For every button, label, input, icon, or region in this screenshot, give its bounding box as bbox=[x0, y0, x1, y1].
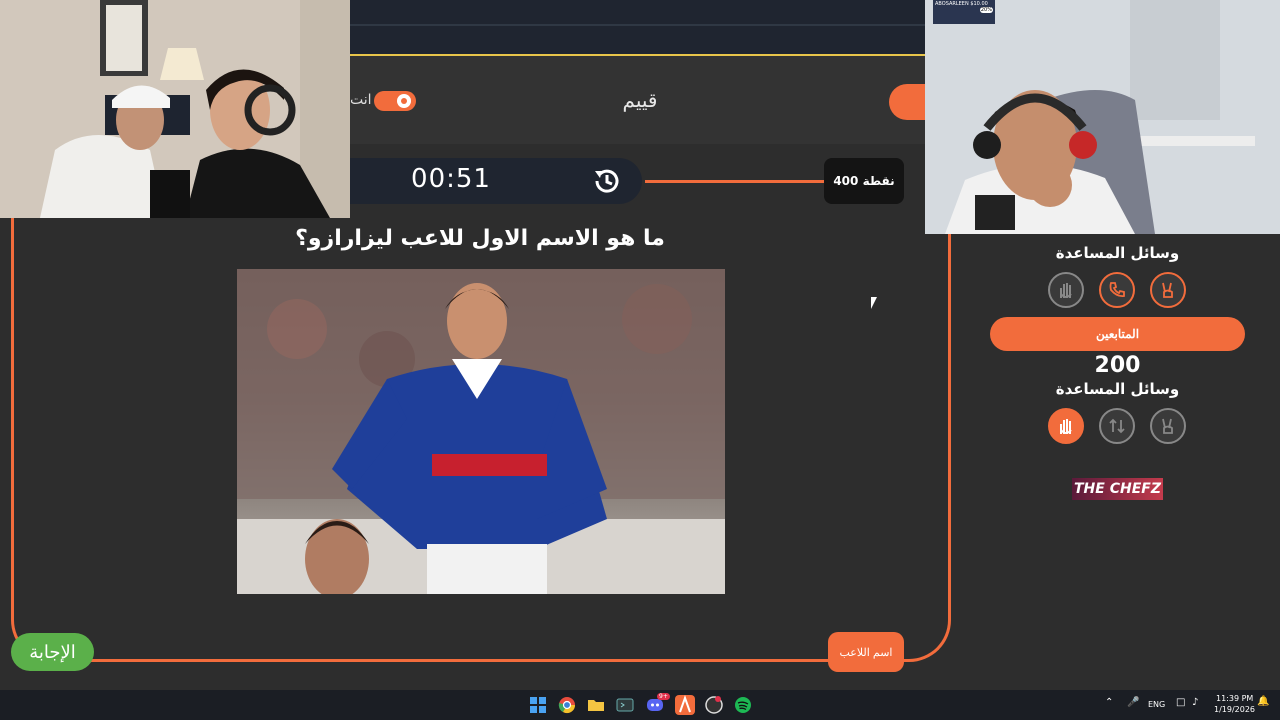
toggle-label: انت bbox=[350, 92, 372, 108]
question-text: ما هو الاسم الاول للاعب ليزارازو؟ bbox=[295, 226, 665, 251]
chevron-up-icon[interactable]: ⌃ bbox=[1105, 697, 1113, 708]
peace-hand-icon[interactable] bbox=[1150, 408, 1186, 444]
sponsor-logo: THE CHEFZ bbox=[1072, 478, 1163, 500]
clock-time[interactable]: 11:39 PM bbox=[1216, 694, 1253, 703]
category-button[interactable]: اسم اللاعب bbox=[828, 632, 904, 672]
notification-bell-icon[interactable]: 🔔 bbox=[1257, 696, 1269, 707]
webcam-left bbox=[0, 0, 350, 218]
mouse-cursor bbox=[871, 297, 877, 309]
donation-name: ABOSARLEEN bbox=[935, 1, 969, 7]
chrome-icon[interactable] bbox=[557, 695, 577, 715]
timer: 00:51 bbox=[411, 164, 491, 194]
terminal-icon[interactable] bbox=[615, 695, 635, 715]
microphone-icon[interactable]: 🎤 bbox=[1127, 697, 1139, 708]
followers-button[interactable]: المتابعين bbox=[990, 317, 1245, 351]
discord-badge: 9+ bbox=[657, 693, 670, 700]
stop-hand-icon[interactable] bbox=[1048, 272, 1084, 308]
team1-aids-label: وسائل المساعدة bbox=[1055, 244, 1180, 262]
peace-hand-icon[interactable] bbox=[1150, 272, 1186, 308]
obs-icon[interactable] bbox=[704, 695, 724, 715]
answer-button[interactable]: الإجابة bbox=[11, 633, 94, 671]
team-toggle[interactable] bbox=[374, 91, 416, 111]
donation-badge: 20% bbox=[979, 7, 993, 13]
volume-icon[interactable]: ♪ bbox=[1192, 697, 1198, 708]
timer-connector-line bbox=[645, 180, 825, 183]
clock-date[interactable]: 1/19/2026 bbox=[1214, 705, 1255, 714]
file-explorer-icon[interactable] bbox=[586, 695, 606, 715]
windows-start-icon[interactable] bbox=[528, 695, 548, 715]
team2-score: 200 bbox=[1094, 353, 1141, 378]
phone-icon[interactable] bbox=[1099, 272, 1135, 308]
team2-aids-label: وسائل المساعدة bbox=[1055, 380, 1180, 398]
donation-amount: $10.00 bbox=[970, 1, 988, 7]
taskbar bbox=[0, 690, 1280, 720]
stop-hand-icon[interactable] bbox=[1048, 408, 1084, 444]
webcam-right bbox=[925, 0, 1280, 234]
network-icon[interactable]: □ bbox=[1176, 697, 1185, 708]
points-badge: 400 نقطة bbox=[824, 158, 904, 204]
team-name: قييم bbox=[622, 88, 658, 112]
swap-icon[interactable] bbox=[1099, 408, 1135, 444]
question-image bbox=[237, 269, 725, 594]
reset-timer-icon[interactable] bbox=[591, 165, 623, 197]
stage: انت قييم 00:51 400 نقطة ما هو الاسم الاو… bbox=[0, 0, 1280, 720]
donation-alert: ABOSARLEEN $10.00 20% bbox=[933, 0, 995, 24]
turn-indicator bbox=[889, 84, 929, 120]
spotify-icon[interactable] bbox=[733, 695, 753, 715]
app-a-icon[interactable] bbox=[675, 695, 695, 715]
game-top-bar bbox=[340, 0, 940, 56]
language-indicator[interactable]: ENG bbox=[1148, 700, 1165, 709]
